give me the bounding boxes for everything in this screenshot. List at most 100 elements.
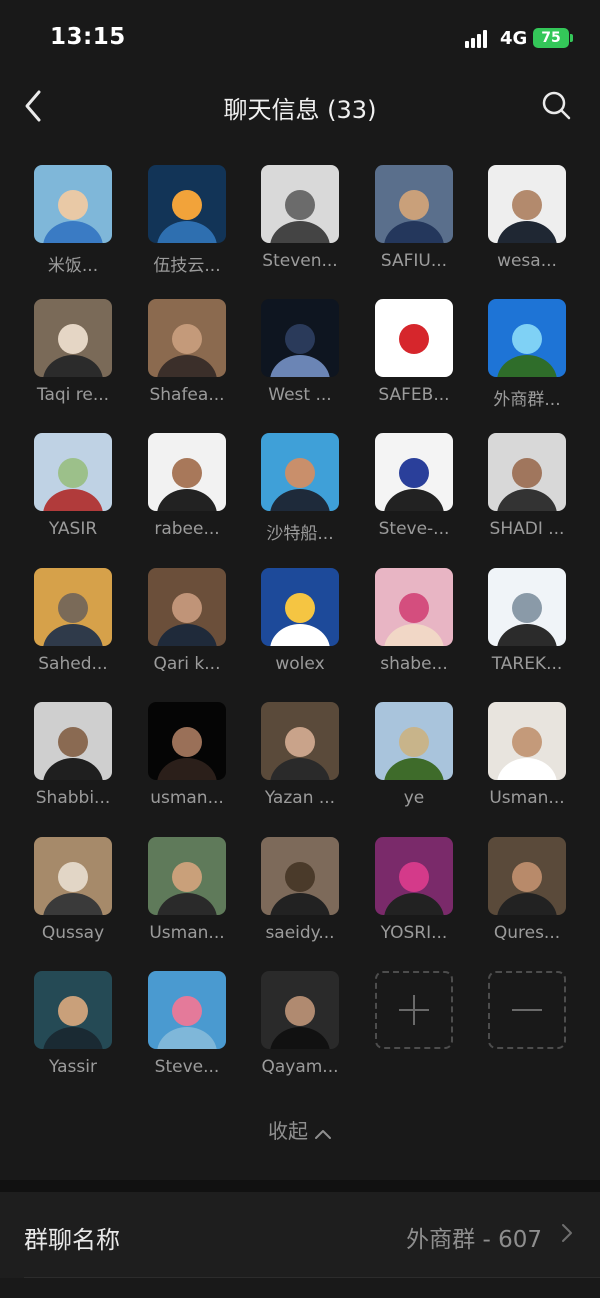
member-item[interactable]: YASIR [34,433,124,567]
member-name: Steve-... [378,519,450,539]
avatar[interactable] [34,702,112,780]
member-name: wesa... [497,251,557,271]
member-item[interactable]: saeidy... [261,837,351,971]
member-name: Steven... [262,251,338,271]
avatar[interactable] [148,568,226,646]
member-item[interactable]: West ... [261,299,351,433]
page-title: 聊天信息 (33) [223,96,377,124]
group-name-row[interactable]: 群聊名称 外商群 - 607 [0,1192,600,1278]
avatar[interactable] [148,165,226,243]
avatar[interactable] [34,568,112,646]
avatar[interactable] [375,702,453,780]
member-name: Qussay [41,923,105,943]
member-name: Yassir [49,1057,97,1077]
member-item[interactable]: SAFEB... [375,299,465,433]
member-item[interactable]: wolex [261,568,351,702]
signal-icon [465,30,493,48]
member-item[interactable]: SAFIU... [375,165,465,299]
avatar[interactable] [375,433,453,511]
member-item[interactable]: SHADI ... [488,433,578,567]
avatar[interactable] [148,702,226,780]
avatar[interactable] [34,165,112,243]
member-item[interactable]: wesa... [488,165,578,299]
avatar[interactable] [148,433,226,511]
avatar[interactable] [375,165,453,243]
nav-bar: 聊天信息 (33) [0,76,600,140]
member-item[interactable]: Usman... [488,702,578,836]
member-name: Shabbi... [35,788,111,808]
avatar[interactable] [375,568,453,646]
member-item[interactable]: YOSRI... [375,837,465,971]
search-icon[interactable] [540,88,574,124]
avatar[interactable] [261,702,339,780]
member-item[interactable]: Steve-... [375,433,465,567]
member-item[interactable]: Qayam... [261,971,351,1105]
member-item[interactable]: Usman... [148,837,238,971]
member-name: Taqi re... [36,385,110,405]
member-name: shabe... [380,654,448,674]
member-item[interactable]: 伍技云... [148,165,238,299]
avatar[interactable] [261,299,339,377]
avatar[interactable] [34,971,112,1049]
member-item[interactable]: Qussay [34,837,124,971]
member-name: Yazan ... [264,788,336,808]
member-item[interactable]: TAREK... [488,568,578,702]
member-item[interactable]: ye [375,702,465,836]
member-name: SHADI ... [489,519,565,539]
member-item[interactable]: 米饭... [34,165,124,299]
avatar[interactable] [148,299,226,377]
plus-icon [399,995,429,1025]
member-name: usman... [150,788,224,808]
member-name: saeidy... [265,923,335,943]
avatar[interactable] [488,837,566,915]
avatar[interactable] [261,837,339,915]
member-item[interactable]: rabee... [148,433,238,567]
member-item[interactable]: Yazan ... [261,702,351,836]
remove-member-button[interactable] [488,971,566,1049]
collapse-label: 收起 [268,1119,308,1143]
avatar[interactable] [375,837,453,915]
avatar[interactable] [34,433,112,511]
member-name: West ... [268,385,332,405]
member-name: TAREK... [491,654,563,674]
avatar[interactable] [34,299,112,377]
avatar[interactable] [488,433,566,511]
avatar[interactable] [488,299,566,377]
avatar[interactable] [261,433,339,511]
avatar[interactable] [488,702,566,780]
avatar[interactable] [488,165,566,243]
member-name: Steve... [154,1057,220,1077]
member-item[interactable]: Yassir [34,971,124,1105]
member-item[interactable]: Steve... [148,971,238,1105]
collapse-button[interactable]: 收起 [0,1115,600,1145]
member-item[interactable]: Sahed... [34,568,124,702]
member-name: SAFEB... [378,385,450,405]
avatar[interactable] [261,971,339,1049]
member-item[interactable]: shabe... [375,568,465,702]
member-item[interactable]: Qari k... [148,568,238,702]
member-item[interactable]: 外商群... [488,299,578,433]
battery-level: 75 [541,30,561,46]
avatar[interactable] [375,299,453,377]
avatar[interactable] [261,165,339,243]
member-item[interactable]: usman... [148,702,238,836]
member-item[interactable]: Steven... [261,165,351,299]
avatar[interactable] [148,971,226,1049]
member-item[interactable]: Qures... [488,837,578,971]
member-item[interactable]: Taqi re... [34,299,124,433]
avatar[interactable] [488,568,566,646]
avatar[interactable] [148,837,226,915]
add-member-button[interactable] [375,971,453,1049]
member-name: 米饭... [47,256,99,276]
group-name-label: 群聊名称 [24,1226,120,1254]
member-name: rabee... [154,519,220,539]
member-item[interactable]: Shafea... [148,299,238,433]
member-name: Usman... [489,788,565,808]
member-name: 沙特船... [266,524,334,544]
member-name: Sahed... [38,654,108,674]
avatar[interactable] [261,568,339,646]
chevron-right-icon [560,1222,574,1248]
member-item[interactable]: 沙特船... [261,433,351,567]
avatar[interactable] [34,837,112,915]
member-item[interactable]: Shabbi... [34,702,124,836]
